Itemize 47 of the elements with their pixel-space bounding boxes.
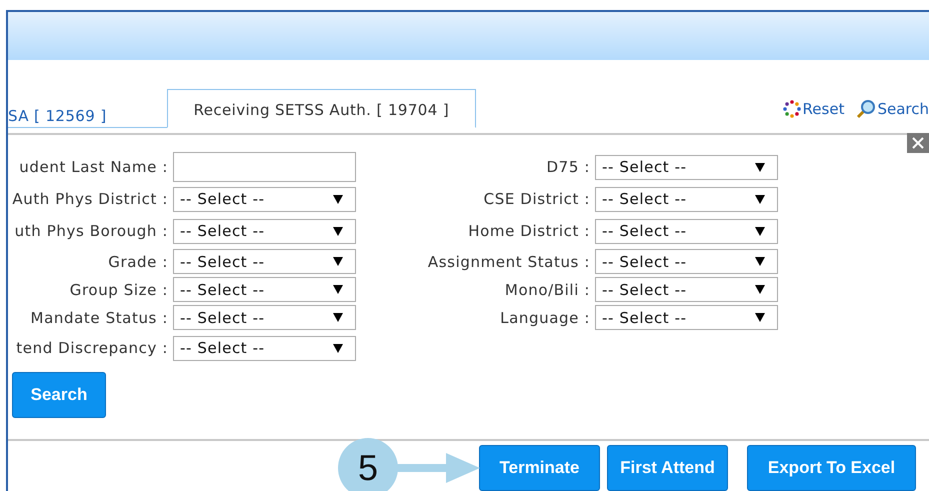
input-field[interactable]: [173, 152, 356, 182]
caret-icon: [333, 257, 343, 266]
search-link[interactable]: Search: [856, 98, 929, 118]
caret-icon: [755, 257, 765, 266]
caret-icon: [333, 344, 343, 352]
caret-icon: [755, 285, 765, 294]
select-dropdown[interactable]: -- Select --: [173, 336, 356, 360]
select-dropdown[interactable]: -- Select --: [173, 305, 356, 330]
field-label: udent Last Name :: [19, 158, 168, 176]
select-dropdown[interactable]: -- Select --: [595, 218, 778, 244]
field-label: uth Phys Borough :: [14, 222, 168, 240]
step-badge: 5: [338, 438, 398, 491]
select-dropdown[interactable]: -- Select --: [595, 277, 778, 302]
field-label: Mono/Bili :: [504, 280, 590, 298]
field-label: Language :: [500, 308, 590, 326]
caret-icon: [755, 226, 765, 236]
tab[interactable]: SA [ 12569 ]: [8, 104, 167, 128]
caret-icon: [333, 226, 343, 236]
caret-icon: [755, 313, 765, 322]
caret-icon: [333, 285, 343, 294]
select-dropdown[interactable]: -- Select --: [173, 249, 356, 274]
field-label: CSE District :: [484, 190, 590, 208]
reset-link[interactable]: Reset: [782, 98, 844, 118]
refresh-icon: [782, 98, 802, 118]
field-label: Mandate Status :: [30, 308, 168, 326]
field-label: tend Discrepancy :: [16, 339, 168, 357]
select-dropdown[interactable]: -- Select --: [595, 305, 778, 330]
tab[interactable]: Receiving SETSS Auth. [ 19704 ]: [166, 89, 476, 128]
select-dropdown[interactable]: -- Select --: [595, 186, 778, 212]
select-dropdown[interactable]: -- Select --: [173, 218, 356, 244]
caret-icon: [333, 313, 343, 322]
select-dropdown[interactable]: -- Select --: [595, 249, 778, 274]
caret-icon: [755, 162, 765, 172]
field-label: Grade :: [108, 252, 168, 270]
close-icon: [912, 137, 924, 149]
field-label: Assignment Status :: [428, 252, 590, 270]
select-dropdown[interactable]: -- Select --: [173, 277, 356, 302]
field-label: Home District :: [468, 222, 590, 240]
field-label: Auth Phys District :: [12, 190, 168, 208]
field-label: D75 :: [546, 158, 590, 176]
magnifier-icon: [856, 98, 876, 118]
caret-icon: [755, 194, 765, 204]
field-label: Group Size :: [70, 280, 168, 298]
select-dropdown[interactable]: -- Select --: [173, 186, 356, 212]
close-button[interactable]: [907, 133, 929, 153]
caret-icon: [333, 194, 343, 204]
select-dropdown[interactable]: -- Select --: [595, 154, 778, 180]
